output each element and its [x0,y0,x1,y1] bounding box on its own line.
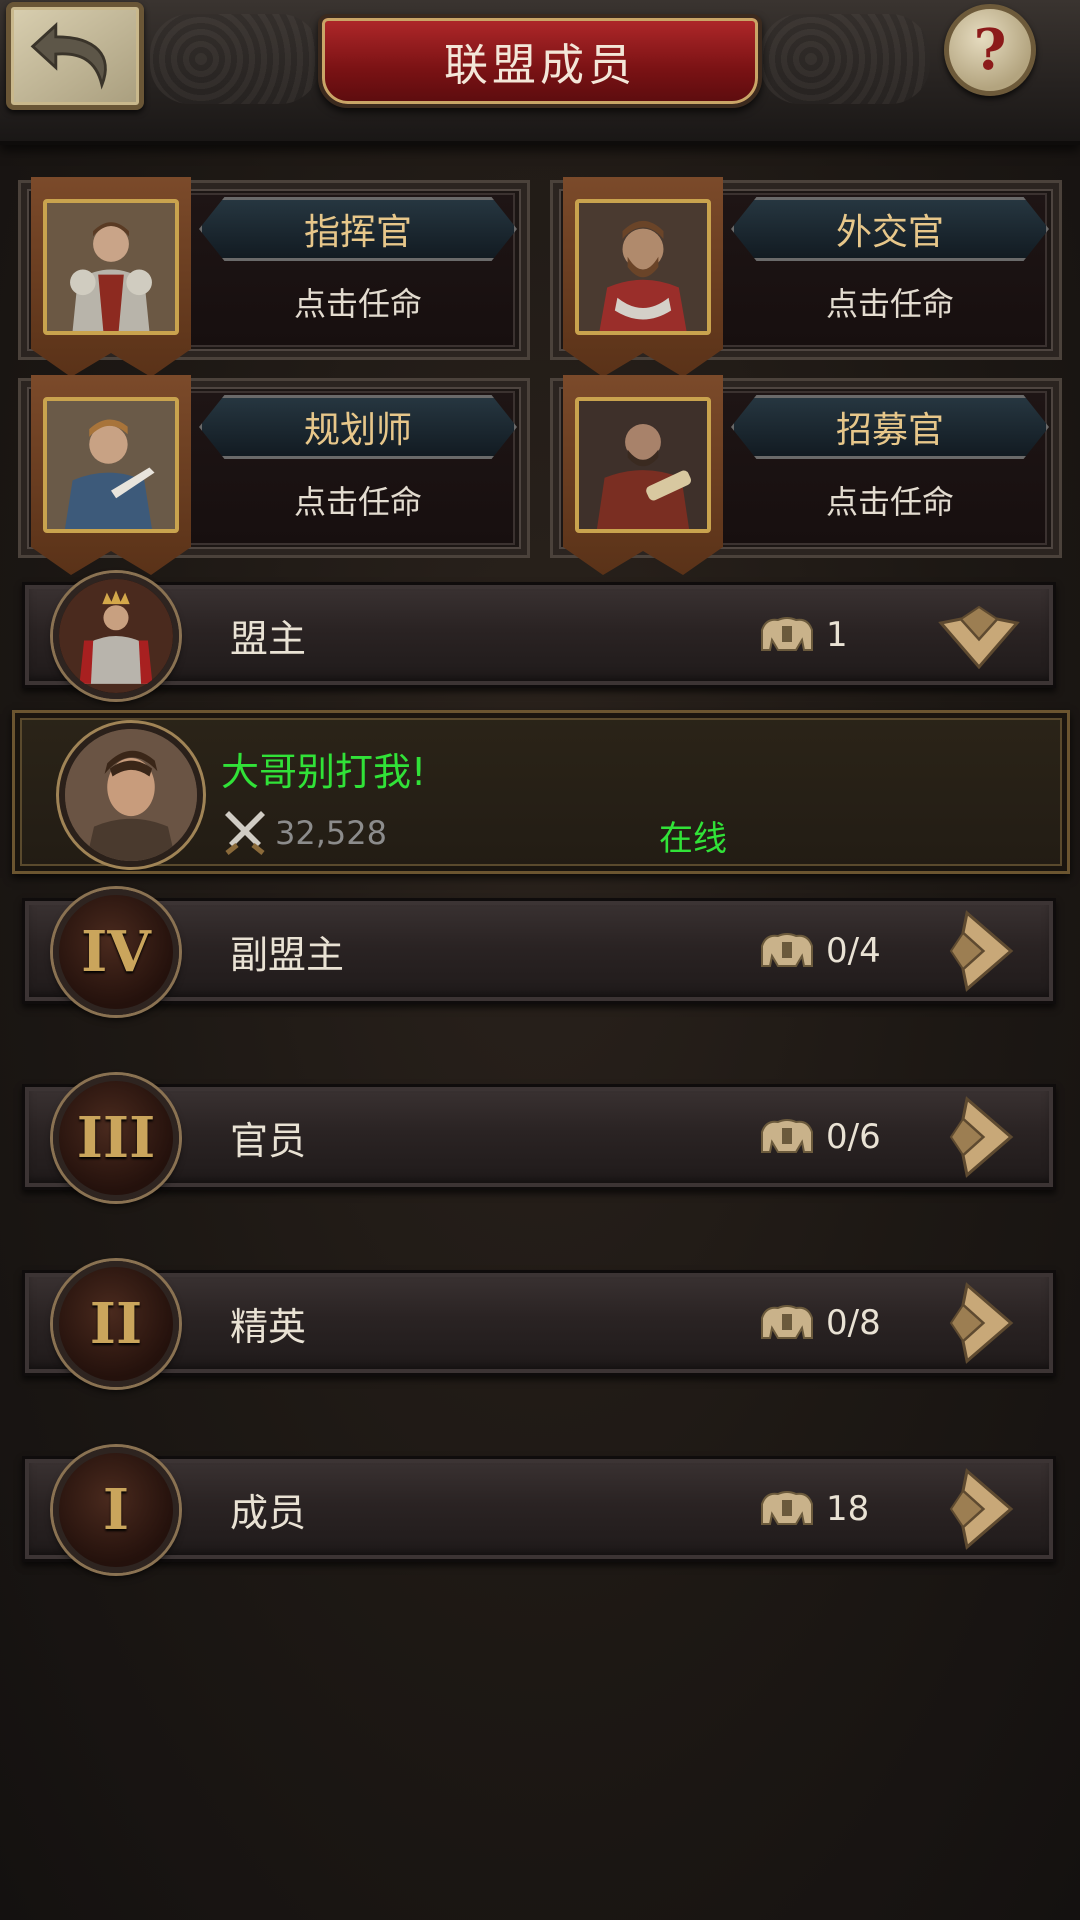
member-name: 大哥别打我! [221,750,427,794]
back-arrow-icon [30,22,107,90]
officer-card-recruiter[interactable]: 招募官 点击任命 [550,375,1062,575]
role-plate: 规划师 [199,395,517,459]
chevron-down-icon [938,605,1020,670]
officer-card-diplomat[interactable]: 外交官 点击任命 [550,177,1062,377]
rank-name: 盟主 [230,616,307,661]
rank-count-value: 0/4 [826,931,881,971]
rank-count-value: 0/8 [826,1303,881,1343]
diplomat-portrait [575,199,711,335]
member-card-leader[interactable]: 大哥别打我! 32,528 在线 [12,710,1070,874]
help-button[interactable]: ? [944,4,1036,96]
top-bar: 联盟成员 ? [0,0,1080,145]
expand-button[interactable] [937,1467,1021,1551]
rank-name: 成员 [230,1490,307,1535]
rank-medal-i: I [53,1447,179,1573]
rank-member-count: 0/6 [760,1087,881,1187]
helmet-icon [761,617,813,651]
officer-card-planner[interactable]: 规划师 点击任命 [18,375,530,575]
officer-card-commander[interactable]: 指挥官 点击任命 [18,177,530,377]
rank-member-count: 0/4 [760,901,881,1001]
rank-medal-iii: III [53,1075,179,1201]
helmet-icon [761,1119,813,1153]
member-power: 32,528 [221,811,387,855]
role-plate: 指挥官 [199,197,517,261]
rank-name: 官员 [230,1118,307,1163]
rank-row-vice-leader[interactable]: IV 副盟主 0/4 [22,889,1056,1015]
role-plate: 外交官 [731,197,1049,261]
assign-action[interactable]: 点击任命 [731,477,1049,523]
helmet-icon [761,1305,813,1339]
rank-member-count: 1 [760,585,848,685]
back-button[interactable] [6,2,144,110]
leader-king-medal [53,573,179,699]
question-mark-icon: ? [973,17,1007,83]
rank-member-count: 18 [760,1459,869,1559]
planner-portrait [43,397,179,533]
king-portrait-icon [59,579,173,693]
role-plate: 招募官 [731,395,1049,459]
recruiter-portrait [575,397,711,533]
rank-medal-ii: II [53,1261,179,1387]
rank-medal-iv: IV [53,889,179,1015]
rank-count-value: 1 [826,615,848,655]
rank-member-count: 0/8 [760,1273,881,1373]
helmet-icon [761,933,813,967]
warrior-portrait-icon [579,401,707,529]
helmet-icon [761,1491,813,1525]
member-portrait-icon [65,729,197,861]
officer-role: 指挥官 [303,212,412,253]
rank-name: 精英 [230,1304,307,1349]
expand-button[interactable] [937,1281,1021,1365]
rank-row-officer[interactable]: III 官员 0/6 [22,1075,1056,1201]
rank-row-elite[interactable]: II 精英 0/8 [22,1261,1056,1387]
officer-role: 外交官 [835,212,944,253]
rank-name: 副盟主 [230,932,345,977]
chevron-right-icon [949,1468,1014,1550]
title-plate: 联盟成员 [318,14,762,108]
rank-count-value: 18 [826,1489,870,1529]
commander-portrait [43,199,179,335]
collapse-button[interactable] [937,593,1021,677]
rank-row-leader[interactable]: 盟主 1 [22,573,1056,699]
expand-button[interactable] [937,909,1021,993]
assign-action[interactable]: 点击任命 [199,477,517,523]
assign-action[interactable]: 点击任命 [199,279,517,325]
officer-role: 规划师 [303,410,412,451]
rank-row-member[interactable]: I 成员 18 [22,1447,1056,1573]
scholar-portrait-icon [47,401,175,529]
header-ornament-left [150,14,320,104]
page-title: 联盟成员 [444,40,636,91]
expand-button[interactable] [937,1095,1021,1179]
chevron-right-icon [949,1096,1014,1178]
header-ornament-right [760,14,930,104]
rank-count-value: 0/6 [826,1117,881,1157]
assign-action[interactable]: 点击任命 [731,279,1049,325]
chevron-right-icon [949,1282,1014,1364]
crossed-swords-icon [225,811,265,855]
online-status: 在线 [659,819,727,859]
bearded-man-portrait-icon [579,203,707,331]
knight-portrait-icon [47,203,175,331]
officer-role: 招募官 [835,410,944,451]
avatar [59,723,203,867]
power-value: 32,528 [275,814,387,852]
chevron-right-icon [949,910,1014,992]
